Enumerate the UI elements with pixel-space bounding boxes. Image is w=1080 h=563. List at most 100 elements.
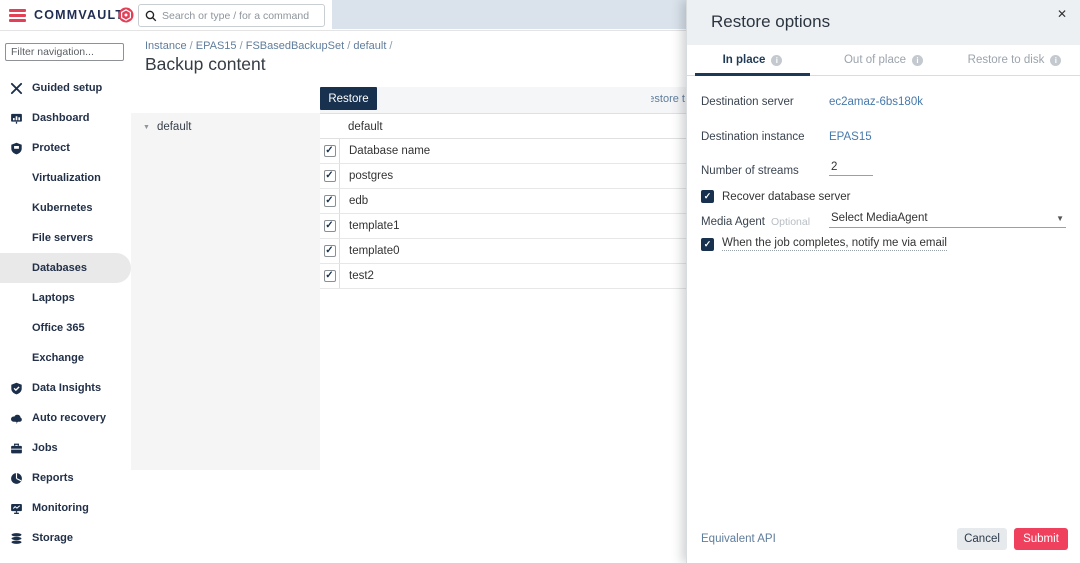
breadcrumb-link-epas15[interactable]: EPAS15	[196, 40, 237, 52]
number-of-streams-label: Number of streams	[701, 165, 799, 177]
recover-database-server-checkbox[interactable]: ✓	[701, 190, 714, 203]
table-group-header: default	[320, 113, 686, 139]
sidebar-item-label: Storage	[32, 532, 73, 544]
shield-icon	[10, 141, 24, 155]
row-label: Database name	[340, 145, 430, 157]
sidebar-item-label: Auto recovery	[32, 412, 106, 424]
sidebar-item-dashboard[interactable]: Dashboard	[0, 103, 131, 133]
tab-restore-to-disk[interactable]: Restore to disk i	[949, 45, 1080, 75]
row-label: postgres	[340, 170, 393, 182]
sidebar-item-databases[interactable]: Databases	[0, 253, 131, 283]
table-row-template1: ✓template1	[320, 214, 686, 239]
commvault-logo: COMMVAULT	[34, 8, 124, 22]
submit-button[interactable]: Submit	[1014, 528, 1068, 550]
backup-tree-panel: ▼ default	[131, 113, 320, 470]
sidebar-item-protect[interactable]: Protect	[0, 133, 131, 163]
equivalent-api-link[interactable]: Equivalent API	[701, 533, 776, 545]
shield-check-icon	[10, 381, 24, 395]
chevron-down-icon[interactable]: ▼	[143, 124, 150, 131]
modal-title: Restore options	[711, 12, 830, 32]
global-search-input[interactable]	[162, 10, 318, 22]
close-icon[interactable]: ✕	[1057, 7, 1067, 21]
dashboard-icon	[10, 111, 24, 125]
filter-navigation-input[interactable]	[5, 43, 124, 61]
checkbox-cell: ✓	[320, 164, 340, 188]
sidebar-item-guided-setup[interactable]: Guided setup	[0, 73, 131, 103]
tab-in-place[interactable]: In placei	[687, 45, 818, 75]
breadcrumb-link-instance[interactable]: Instance	[145, 40, 187, 52]
sidebar-item-label: Dashboard	[32, 112, 89, 124]
sidebar-item-manage[interactable]: Manage	[0, 553, 131, 563]
checkbox-cell: ✓	[320, 239, 340, 263]
info-icon: i	[1050, 55, 1061, 66]
table-row-template0: ✓ template0	[320, 239, 686, 264]
media-agent-value: Select MediaAgent	[831, 212, 928, 224]
sidebar-item-exchange[interactable]: Exchange	[0, 343, 131, 373]
recover-database-server-label: Recover database server	[722, 191, 850, 203]
main-content: Instance / EPAS15 / FSBasedBackupSet / d…	[131, 31, 686, 563]
sidebar-item-kubernetes[interactable]: Kubernetes	[0, 193, 131, 223]
sidebar-item-office-365[interactable]: Office 365	[0, 313, 131, 343]
sidebar-item-reports[interactable]: Reports	[0, 463, 131, 493]
page-title: Backup content	[145, 54, 266, 75]
tab-label: Restore to disk	[968, 54, 1045, 66]
sidebar-item-label: Kubernetes	[32, 202, 93, 214]
sidebar-item-label: Protect	[32, 142, 70, 154]
row-checkbox-header[interactable]: ✓	[324, 145, 336, 157]
tools-icon	[10, 81, 24, 95]
chevron-down-icon: ▼	[1056, 214, 1064, 223]
sidebar-item-jobs[interactable]: Jobs	[0, 433, 131, 463]
row-checkbox-postgres[interactable]: ✓	[324, 170, 336, 182]
breadcrumb-link-fsbasedbackupset[interactable]: FSBasedBackupSet	[246, 40, 344, 52]
breadcrumb-separator: /	[386, 40, 392, 52]
number-of-streams-input[interactable]	[829, 160, 873, 176]
notify-email-row: ✓ When the job completes, notify me via …	[701, 237, 947, 251]
sidebar-item-monitoring[interactable]: Monitoring	[0, 493, 131, 523]
table-toolbar: Restore Restore t	[320, 87, 686, 113]
media-agent-select[interactable]: Select MediaAgent ▼	[829, 212, 1066, 228]
sidebar-item-data-insights[interactable]: Data Insights	[0, 373, 131, 403]
info-icon: i	[771, 55, 782, 66]
sidebar-item-file-servers[interactable]: File servers	[0, 223, 131, 253]
row-checkbox-edb[interactable]: ✓	[324, 195, 336, 207]
modal-footer: Equivalent API Cancel Submit	[687, 519, 1080, 563]
breadcrumb-separator: /	[187, 40, 196, 52]
row-checkbox-test2[interactable]: ✓	[324, 270, 336, 282]
row-checkbox-template0[interactable]: ✓	[324, 245, 336, 257]
sidebar-item-label: Guided setup	[32, 82, 102, 94]
optional-hint: Optional	[771, 216, 810, 228]
sidebar-item-auto-recovery[interactable]: Auto recovery	[0, 403, 131, 433]
sidebar-item-label: Monitoring	[32, 502, 89, 514]
monitor-icon	[10, 501, 24, 515]
restore-time-link[interactable]: Restore t	[651, 93, 685, 105]
destination-instance-value: EPAS15	[829, 131, 872, 143]
row-checkbox-template1[interactable]: ✓	[324, 220, 336, 232]
restore-button[interactable]: Restore	[320, 87, 377, 110]
pie-chart-icon	[10, 471, 24, 485]
sidebar-item-label: Virtualization	[32, 172, 101, 184]
global-search[interactable]	[138, 4, 325, 27]
modal-header: Restore options ✕	[687, 0, 1080, 45]
sidebar-item-label: Data Insights	[32, 382, 101, 394]
destination-instance-label: Destination instance	[701, 131, 805, 143]
commvault-logo-icon	[118, 7, 134, 23]
menu-icon[interactable]	[9, 9, 26, 22]
sidebar-item-storage[interactable]: Storage	[0, 523, 131, 553]
sidebar-item-laptops[interactable]: Laptops	[0, 283, 131, 313]
cancel-button[interactable]: Cancel	[957, 528, 1007, 550]
info-icon: i	[912, 55, 923, 66]
row-label: test2	[340, 270, 374, 282]
destination-server-label: Destination server	[701, 96, 794, 108]
checkbox-cell: ✓	[320, 139, 340, 163]
sidebar-item-virtualization[interactable]: Virtualization	[0, 163, 131, 193]
sidebar-item-label: Exchange	[32, 352, 84, 364]
breadcrumb-link-default[interactable]: default	[353, 40, 386, 52]
restore-options-modal: Restore options ✕ In placeiOut of placei…	[686, 0, 1080, 563]
row-label: template0	[340, 245, 400, 257]
cloud-icon	[10, 411, 24, 425]
tab-out-of-place[interactable]: Out of placei	[818, 45, 949, 75]
checkbox-cell: ✓	[320, 214, 340, 238]
sidebar-nav: Guided setup Dashboard Protect Virtualizati…	[0, 73, 131, 563]
notify-email-checkbox[interactable]: ✓	[701, 238, 714, 251]
tree-node-default[interactable]: ▼ default	[131, 113, 320, 133]
